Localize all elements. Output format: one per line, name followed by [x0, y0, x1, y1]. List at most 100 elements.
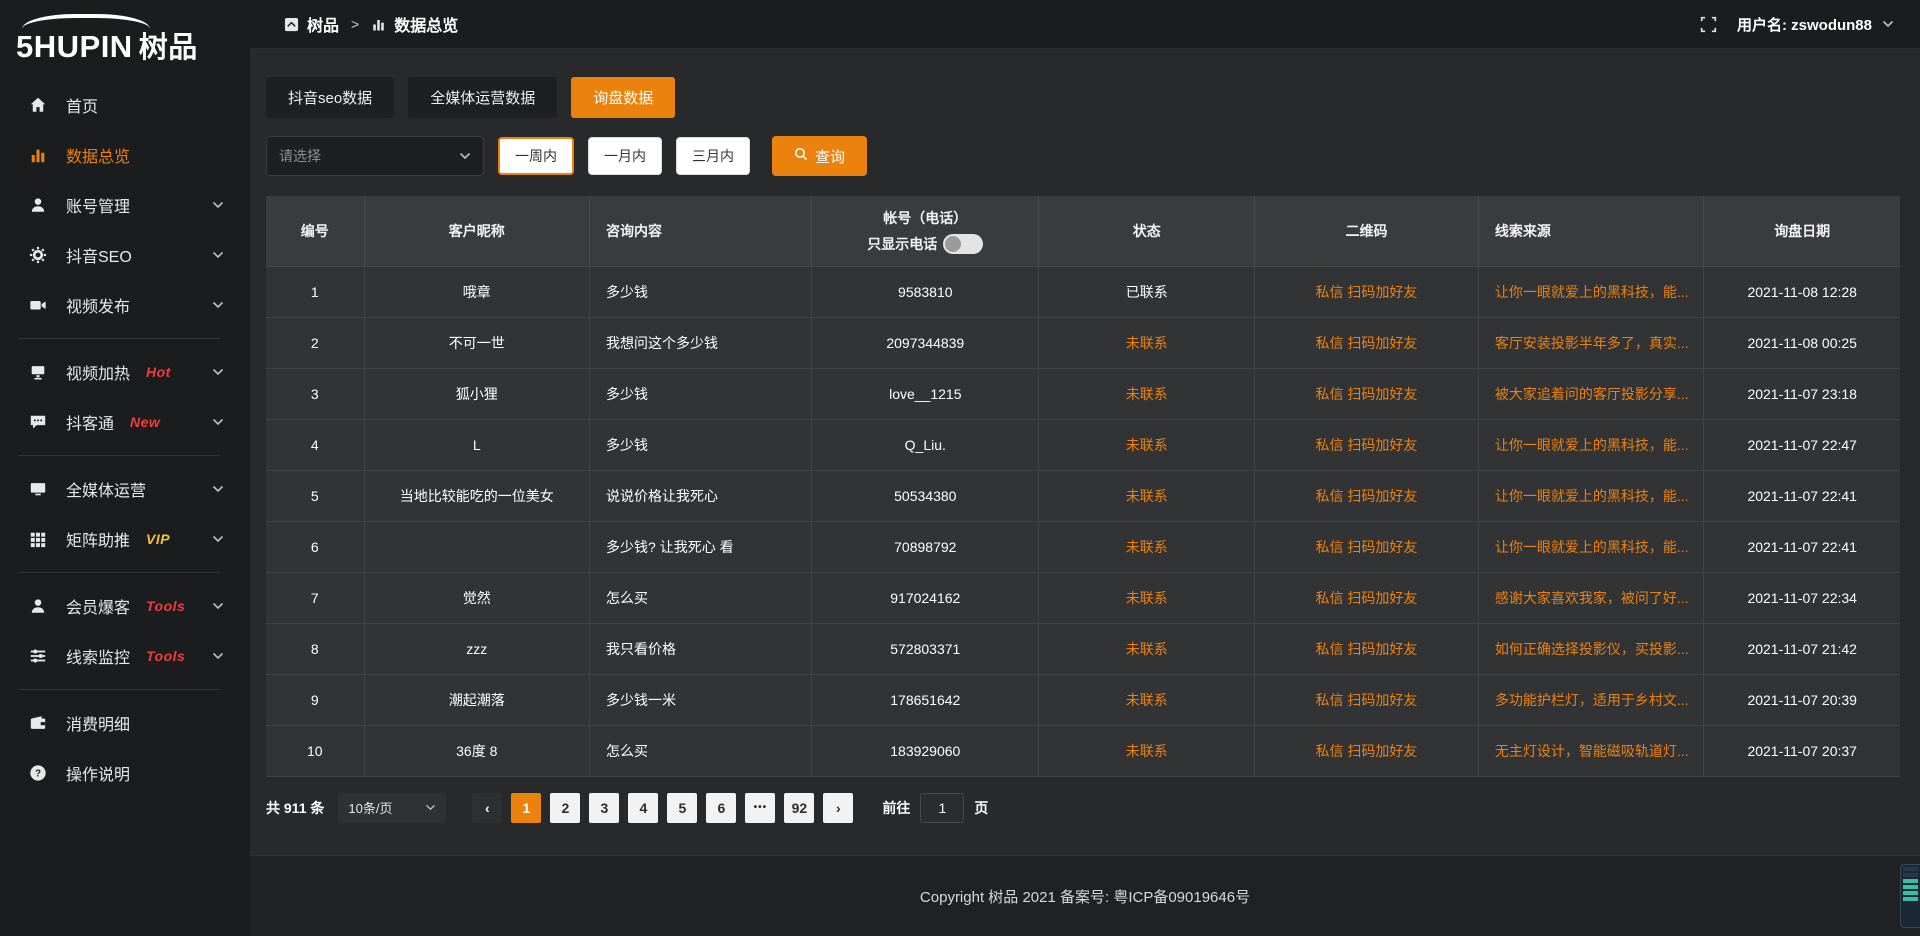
cell-qr-links[interactable]: 私信 扫码加好友	[1255, 266, 1479, 317]
brand-logo: 5HUPIN树品	[0, 8, 250, 74]
cell-status: 未联系	[1039, 317, 1255, 368]
cell-qr-links[interactable]: 私信 扫码加好友	[1255, 419, 1479, 470]
question-circle-icon: ?	[28, 763, 48, 783]
page-button-2[interactable]: 2	[550, 793, 580, 823]
cell-qr-links[interactable]: 私信 扫码加好友	[1255, 521, 1479, 572]
page-ellipsis-button[interactable]: •••	[745, 793, 775, 823]
range-week-button[interactable]: 一周内	[498, 137, 574, 175]
breadcrumb-root[interactable]: 树品	[307, 12, 339, 36]
floating-side-widget[interactable]	[1900, 864, 1920, 928]
page-button-5[interactable]: 5	[667, 793, 697, 823]
sidebar-item-label: 操作说明	[66, 761, 130, 785]
chevron-down-icon	[212, 602, 224, 610]
svg-text:?: ?	[35, 769, 41, 780]
sidebar-item-account-mgmt[interactable]: 账号管理	[0, 180, 250, 230]
page-button-4[interactable]: 4	[628, 793, 658, 823]
tab-inquiry-data[interactable]: 询盘数据	[571, 77, 675, 118]
sidebar-item-matrix-boost[interactable]: 矩阵助推 VIP	[0, 514, 250, 564]
page-size-select[interactable]: 10条/页	[338, 793, 446, 823]
user-menu[interactable]: 用户名: zswodun88	[1737, 14, 1894, 35]
next-page-button[interactable]: ›	[823, 793, 853, 823]
cell-qr-links[interactable]: 私信 扫码加好友	[1255, 368, 1479, 419]
widget-stripe	[1903, 885, 1918, 889]
sidebar-item-member-burst[interactable]: 会员爆客 Tools	[0, 581, 250, 631]
cell-status: 未联系	[1039, 674, 1255, 725]
sidebar-item-doukotong[interactable]: 抖客通 New	[0, 397, 250, 447]
main-area: 树品 > 数据总览 用户名: zswodun88 抖音seo数据	[250, 0, 1920, 936]
account-select[interactable]: 请选择	[266, 136, 484, 176]
sidebar-item-home[interactable]: 首页	[0, 80, 250, 130]
page-button-6[interactable]: 6	[706, 793, 736, 823]
goto-page-input[interactable]	[920, 793, 964, 823]
cell-source-link[interactable]: 感谢大家喜欢我家，被问了好...	[1478, 572, 1703, 623]
cell-account: 9583810	[812, 266, 1039, 317]
cell-source-link[interactable]: 客厅安装投影半年多了，真实...	[1478, 317, 1703, 368]
content-area: 抖音seo数据 全媒体运营数据 询盘数据 请选择 一周内 一月内 三月内 查询	[250, 49, 1920, 855]
cell-qr-links[interactable]: 私信 扫码加好友	[1255, 674, 1479, 725]
cell-status: 未联系	[1039, 419, 1255, 470]
cell-date: 2021-11-07 21:42	[1704, 623, 1900, 674]
chevron-down-icon	[212, 418, 224, 426]
chevron-down-icon	[459, 152, 471, 160]
cell-qr-links[interactable]: 私信 扫码加好友	[1255, 572, 1479, 623]
page-button-1[interactable]: 1	[511, 793, 541, 823]
cell-status: 未联系	[1039, 521, 1255, 572]
cell-source-link[interactable]: 被大家追着问的客厅投影分享...	[1478, 368, 1703, 419]
cell-status: 未联系	[1039, 470, 1255, 521]
cell-source-link[interactable]: 多功能护栏灯，适用于乡村文...	[1478, 674, 1703, 725]
fullscreen-icon[interactable]	[1700, 16, 1717, 33]
menu-divider	[18, 572, 220, 573]
comment-icon	[28, 412, 48, 432]
cell-no: 4	[266, 419, 364, 470]
phone-only-toggle[interactable]	[943, 234, 983, 254]
sidebar-item-video-publish[interactable]: 视频发布	[0, 280, 250, 330]
sidebar-item-douyin-seo[interactable]: 抖音SEO	[0, 230, 250, 280]
cell-source-link[interactable]: 让你一眼就爱上的黑科技，能...	[1478, 521, 1703, 572]
sidebar-item-label: 抖音SEO	[66, 243, 132, 267]
cell-source-link[interactable]: 让你一眼就爱上的黑科技，能...	[1478, 266, 1703, 317]
sidebar-item-label: 全媒体运营	[66, 477, 146, 501]
tab-douyin-seo-data[interactable]: 抖音seo数据	[266, 77, 394, 118]
table-row: 3 狐小狸 多少钱 love__1215 未联系 私信 扫码加好友 被大家追着问…	[266, 368, 1900, 419]
range-quarter-button[interactable]: 三月内	[676, 137, 750, 175]
cell-qr-links[interactable]: 私信 扫码加好友	[1255, 623, 1479, 674]
sidebar-item-help[interactable]: ? 操作说明	[0, 748, 250, 798]
cell-date: 2021-11-07 22:41	[1704, 521, 1900, 572]
search-button[interactable]: 查询	[772, 136, 867, 176]
chevron-down-icon	[212, 368, 224, 376]
table-row: 9 潮起潮落 多少钱一米 178651642 未联系 私信 扫码加好友 多功能护…	[266, 674, 1900, 725]
widget-stripe	[1903, 891, 1918, 895]
sidebar-item-label: 消费明细	[66, 711, 130, 735]
cell-source-link[interactable]: 让你一眼就爱上的黑科技，能...	[1478, 470, 1703, 521]
page-button-92[interactable]: 92	[784, 793, 814, 823]
cell-nickname: 当地比较能吃的一位美女	[364, 470, 589, 521]
tab-omnimedia-data[interactable]: 全媒体运营数据	[408, 77, 557, 118]
cell-source-link[interactable]: 如何正确选择投影仪，买投影...	[1478, 623, 1703, 674]
hot-badge: Hot	[146, 364, 171, 380]
range-month-button[interactable]: 一月内	[588, 137, 662, 175]
sidebar-item-consume-detail[interactable]: 消费明细	[0, 698, 250, 748]
data-tabs: 抖音seo数据 全媒体运营数据 询盘数据	[266, 77, 1900, 118]
prev-page-button[interactable]: ‹	[472, 793, 502, 823]
sidebar-item-video-heat[interactable]: 视频加热 Hot	[0, 347, 250, 397]
cell-qr-links[interactable]: 私信 扫码加好友	[1255, 470, 1479, 521]
top-bar: 树品 > 数据总览 用户名: zswodun88	[250, 0, 1920, 49]
sidebar-item-label: 首页	[66, 93, 98, 117]
cell-no: 3	[266, 368, 364, 419]
cell-qr-links[interactable]: 私信 扫码加好友	[1255, 317, 1479, 368]
widget-stripe	[1903, 879, 1918, 883]
cell-no: 9	[266, 674, 364, 725]
cell-source-link[interactable]: 让你一眼就爱上的黑科技，能...	[1478, 419, 1703, 470]
page-size-value: 10条/页	[348, 798, 392, 817]
cell-account: 2097344839	[812, 317, 1039, 368]
copyright-text: Copyright 树品 2021 备案号: 粤ICP备09019646号	[920, 886, 1250, 907]
cell-qr-links[interactable]: 私信 扫码加好友	[1255, 725, 1479, 776]
sidebar-item-lead-monitor[interactable]: 线索监控 Tools	[0, 631, 250, 681]
monitor-icon	[28, 479, 48, 499]
sidebar-item-label: 线索监控	[66, 644, 130, 668]
cell-source-link[interactable]: 无主灯设计，智能磁吸轨道灯...	[1478, 725, 1703, 776]
sidebar-item-omnimedia[interactable]: 全媒体运营	[0, 464, 250, 514]
sidebar-item-data-overview[interactable]: 数据总览	[0, 130, 250, 180]
page-button-3[interactable]: 3	[589, 793, 619, 823]
table-row: 7 觉然 怎么买 917024162 未联系 私信 扫码加好友 感谢大家喜欢我家…	[266, 572, 1900, 623]
